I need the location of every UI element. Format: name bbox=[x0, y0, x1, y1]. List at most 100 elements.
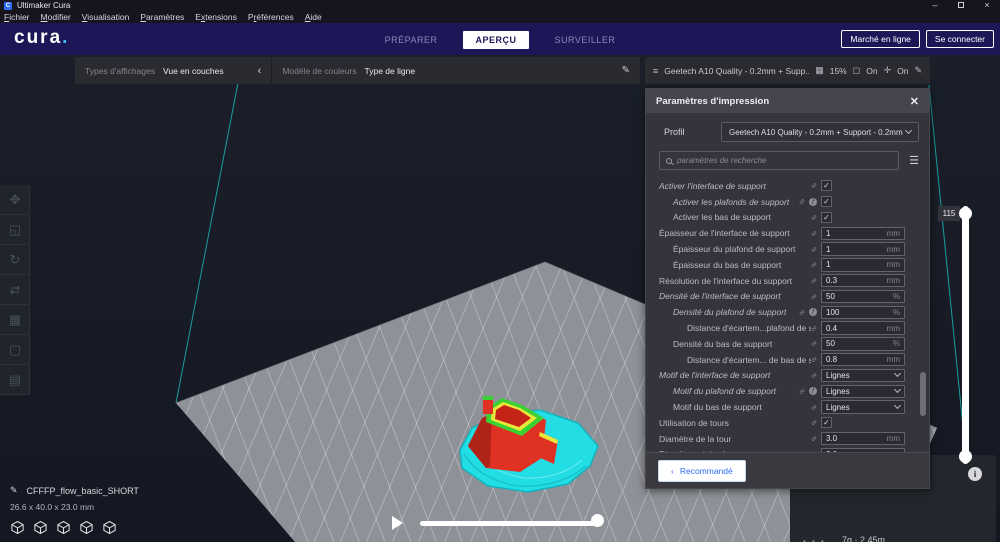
main-header: cura. PRÉPARER APERÇU SURVEILLER Marché en… bbox=[0, 23, 1000, 55]
view-front-icon[interactable] bbox=[33, 520, 48, 535]
color-scheme-value: Type de ligne bbox=[364, 65, 416, 76]
mirror-tool[interactable]: ⇄ bbox=[0, 275, 30, 305]
collapse-icon[interactable]: ‹ bbox=[258, 65, 262, 77]
tab-preparer[interactable]: PRÉPARER bbox=[373, 31, 450, 49]
setting-row[interactable]: Motif du plafond de support ∞ ƒ Lignes bbox=[646, 383, 929, 399]
support-blocker-tool[interactable]: ▢ bbox=[0, 335, 30, 365]
view-right-icon[interactable] bbox=[102, 520, 117, 535]
setting-value-input[interactable]: 3.0mm bbox=[821, 431, 905, 446]
setting-row[interactable]: Activer les bas de support ∞ ✓ bbox=[646, 210, 929, 226]
marketplace-button[interactable]: Marché en ligne bbox=[841, 30, 920, 48]
menu-item-fichier[interactable]: Fichier bbox=[4, 12, 30, 22]
setting-value-input[interactable]: 1 mm bbox=[821, 242, 905, 256]
object-info: ✎ CFFFP_flow_basic_SHORT 26.6 x 40.0 x 2… bbox=[10, 485, 139, 535]
setting-select[interactable]: Lignes bbox=[821, 384, 905, 398]
close-panel-icon[interactable]: ✕ bbox=[910, 95, 919, 108]
menu-item-parametres[interactable]: Paramètres bbox=[140, 12, 184, 22]
setting-row[interactable]: Activer l'interface de support ∞ ✓ bbox=[646, 178, 929, 194]
setting-row[interactable]: Diamètre minimal∞3.0mm bbox=[646, 447, 929, 452]
view-top-icon[interactable] bbox=[56, 520, 71, 535]
close-button[interactable]: × bbox=[974, 0, 1000, 11]
display-type-selector[interactable]: Types d'affichages Vue en couches ‹ bbox=[75, 57, 271, 84]
view-left-icon[interactable] bbox=[79, 520, 94, 535]
playback-slider-track[interactable] bbox=[420, 521, 600, 526]
setting-value-input[interactable]: 1 mm bbox=[821, 226, 905, 241]
menu-item-preferences[interactable]: Préférences bbox=[248, 12, 294, 22]
camera-view-buttons bbox=[10, 520, 139, 535]
tab-surveiller[interactable]: SURVEILLER bbox=[543, 31, 628, 49]
per-model-settings-tool[interactable]: ▦ bbox=[0, 305, 30, 335]
restore-button[interactable] bbox=[948, 0, 974, 11]
info-icon[interactable]: i bbox=[968, 467, 982, 481]
setting-value-input[interactable]: 0.8 mm bbox=[821, 352, 905, 367]
rename-object-icon[interactable]: ✎ bbox=[10, 485, 18, 496]
sign-in-button[interactable]: Se connecter bbox=[925, 30, 994, 48]
setting-row[interactable]: Distance d'écartem... de bas de support∞… bbox=[646, 352, 929, 368]
settings-panel-title: Paramètres d'impression bbox=[656, 95, 770, 107]
model-tower-rim bbox=[483, 396, 493, 400]
setting-row[interactable]: Motif du bas de support ∞ Lignes bbox=[646, 399, 929, 415]
print-setup-selector[interactable]: ≡ Geetech A10 Quality - 0.2mm + Supp... … bbox=[645, 57, 930, 84]
settings-panel-header: Paramètres d'impression ✕ bbox=[646, 89, 929, 113]
setting-row[interactable]: Utilisation de tours ∞ ✓ bbox=[646, 415, 929, 431]
setting-row[interactable]: Diamètre de la tour ∞ 3.0 mm bbox=[646, 431, 929, 447]
color-scheme-selector[interactable]: Modèle de couleurs Type de ligne ✎ bbox=[272, 57, 640, 84]
menu-bar: Fichier Modifier Visualisation Paramètres Ex… bbox=[0, 11, 1000, 23]
setting-checkbox[interactable]: ✓ bbox=[821, 196, 832, 208]
setting-row[interactable]: Distance d'écartem...plafond de support∞… bbox=[646, 320, 929, 336]
setting-value-input[interactable]: 0.3 mm bbox=[821, 273, 905, 288]
search-icon bbox=[666, 157, 672, 164]
menu-item-visualisation[interactable]: Visualisation bbox=[82, 12, 130, 22]
setting-value-input[interactable]: 50% bbox=[821, 337, 905, 351]
setting-row[interactable]: Épaisseur du bas de support ∞ 1 mm bbox=[646, 257, 929, 273]
settings-search-input[interactable]: paramètres de recherche bbox=[659, 151, 900, 170]
menu-item-extensions[interactable]: Extensions bbox=[195, 12, 237, 22]
setting-select[interactable]: Lignes bbox=[821, 368, 905, 383]
profile-dropdown[interactable]: Geetech A10 Quality - 0.2mm + Support - … bbox=[721, 122, 919, 142]
setting-row[interactable]: Épaisseur du plafond de support ∞ 1 mm bbox=[646, 241, 929, 257]
layer-range-slider[interactable] bbox=[959, 206, 972, 464]
move-tool[interactable]: ✥ bbox=[0, 185, 30, 215]
setting-value-input[interactable]: 0.4 mm bbox=[821, 321, 905, 335]
layer-number-label: 115 bbox=[938, 206, 965, 221]
setting-row[interactable]: Résolution de l'interface du support ∞ 0.3… bbox=[646, 273, 929, 289]
tab-apercu[interactable]: APERÇU bbox=[463, 31, 529, 49]
viewport-3d[interactable]: Types d'affichages Vue en couches ‹ Modè… bbox=[0, 55, 1000, 542]
restore-icon bbox=[958, 2, 964, 8]
menu-item-aide[interactable]: Aide bbox=[305, 12, 322, 22]
view-3d-icon[interactable] bbox=[10, 520, 25, 535]
setting-label: Motif du bas de support bbox=[673, 402, 762, 413]
scrollbar-thumb[interactable] bbox=[920, 372, 926, 416]
scale-tool[interactable]: ◱ bbox=[0, 215, 30, 245]
setting-checkbox[interactable]: ✓ bbox=[821, 211, 832, 223]
setting-checkbox[interactable]: ✓ bbox=[821, 417, 832, 429]
setting-row[interactable]: Densité du plafond de support ∞ ƒ 100% bbox=[646, 304, 929, 320]
rotate-tool[interactable]: ↻ bbox=[0, 245, 30, 275]
setting-row[interactable]: Épaisseur de l'interface de support ∞ 1 mm bbox=[646, 225, 929, 241]
custom-tool[interactable]: ▤ bbox=[0, 365, 30, 395]
layer-slider-bottom-handle[interactable] bbox=[959, 450, 972, 463]
setting-row[interactable]: Motif de l'interface de support ∞ Lignes bbox=[646, 368, 929, 384]
profile-label: Profil bbox=[664, 127, 685, 137]
menu-item-modifier[interactable]: Modifier bbox=[41, 12, 71, 22]
setting-value-input[interactable]: 100% bbox=[821, 305, 905, 320]
edit-setup-icon[interactable]: ✎ bbox=[914, 65, 922, 76]
sliced-model[interactable] bbox=[440, 388, 610, 503]
setting-row[interactable]: Densité de l'interface de support ∞ 50% bbox=[646, 289, 929, 305]
recommended-button[interactable]: ‹ Recommandé bbox=[658, 459, 746, 482]
setting-value-input[interactable]: 1 mm bbox=[821, 258, 905, 272]
setting-row[interactable]: Activer les plafonds de support ∞ ƒ ✓ bbox=[646, 194, 929, 210]
playback-slider-handle[interactable] bbox=[591, 514, 604, 527]
edit-view-icon[interactable]: ✎ bbox=[622, 65, 630, 76]
estimate-dots: • • • bbox=[803, 537, 826, 542]
setting-checkbox[interactable]: ✓ bbox=[821, 180, 832, 192]
setting-value-input[interactable]: 3.0mm bbox=[821, 447, 905, 452]
setting-value-input[interactable]: 50% bbox=[821, 289, 905, 304]
settings-menu-icon[interactable]: ☰ bbox=[909, 154, 919, 167]
play-button[interactable] bbox=[392, 516, 403, 530]
setting-row[interactable]: Densité du bas de support ∞ 50% bbox=[646, 336, 929, 352]
adhesion-icon: ✛ bbox=[883, 65, 892, 75]
minimize-button[interactable]: – bbox=[922, 0, 948, 11]
layer-slider-top-handle[interactable] bbox=[959, 207, 972, 220]
setting-select[interactable]: Lignes bbox=[821, 400, 905, 414]
